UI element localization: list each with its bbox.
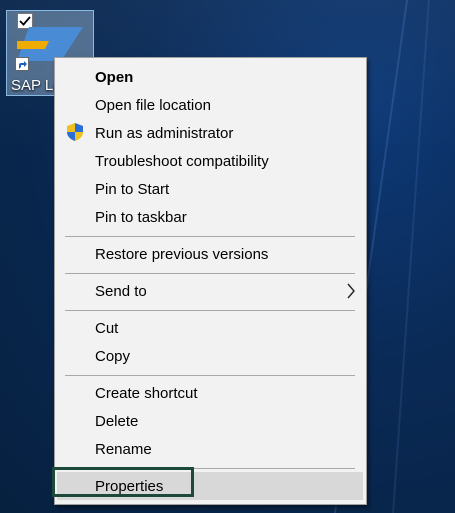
menu-item-copy[interactable]: Copy	[55, 342, 366, 370]
chevron-right-icon	[346, 283, 356, 303]
menu-item-create-shortcut[interactable]: Create shortcut	[55, 379, 366, 407]
menu-item-label: Pin to taskbar	[95, 208, 187, 226]
menu-item-label: Copy	[95, 347, 131, 365]
menu-separator	[65, 236, 355, 237]
uac-shield-icon	[67, 123, 83, 145]
menu-separator	[65, 310, 355, 311]
wallpaper-light-beam	[392, 0, 430, 513]
menu-item-run-as-administrator[interactable]: Run as administrator	[55, 119, 366, 147]
menu-item-label: Pin to Start	[95, 180, 170, 198]
menu-item-restore-previous-versions[interactable]: Restore previous versions	[55, 240, 366, 268]
menu-item-label: Open	[95, 68, 134, 86]
menu-item-open-file-location[interactable]: Open file location	[55, 91, 366, 119]
menu-item-label: Create shortcut	[95, 384, 198, 402]
menu-item-delete[interactable]: Delete	[55, 407, 366, 435]
menu-item-label: Run as administrator	[95, 124, 234, 142]
menu-separator	[65, 375, 355, 376]
menu-item-open[interactable]: Open	[55, 63, 366, 91]
menu-item-label: Send to	[95, 282, 147, 300]
shortcut-arrow-icon	[15, 57, 29, 71]
menu-item-rename[interactable]: Rename	[55, 435, 366, 463]
menu-item-cut[interactable]: Cut	[55, 314, 366, 342]
menu-item-label: Cut	[95, 319, 119, 337]
menu-item-label: Rename	[95, 440, 152, 458]
menu-item-send-to[interactable]: Send to	[55, 277, 366, 305]
menu-item-label: Restore previous versions	[95, 245, 269, 263]
menu-item-pin-to-start[interactable]: Pin to Start	[55, 175, 366, 203]
menu-item-label: Delete	[95, 412, 139, 430]
menu-item-label: Troubleshoot compatibility	[95, 152, 269, 170]
menu-item-troubleshoot-compatibility[interactable]: Troubleshoot compatibility	[55, 147, 366, 175]
menu-item-label: Properties	[95, 477, 164, 495]
menu-item-properties[interactable]: Properties	[52, 467, 363, 500]
menu-separator	[65, 273, 355, 274]
context-menu: Open Open file location Run as administr…	[52, 57, 367, 505]
menu-item-pin-to-taskbar[interactable]: Pin to taskbar	[55, 203, 366, 231]
checkmark-icon	[19, 16, 31, 26]
menu-item-label: Open file location	[95, 96, 211, 114]
